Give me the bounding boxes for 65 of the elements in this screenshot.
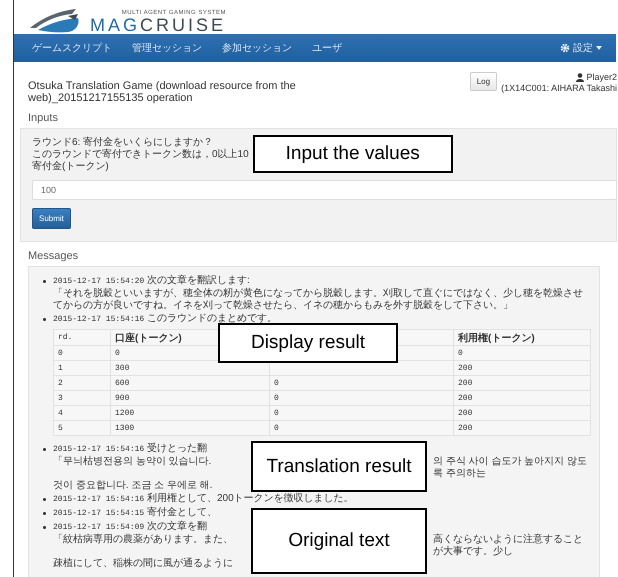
player-name: Player2 (576, 72, 617, 83)
quote-text: 「紋枯病専用の農薬があります。また、 (53, 534, 234, 547)
hint-text: このラウンドで寄付できトークン数は，0以上10 (32, 149, 249, 160)
table-cell: 1300 (110, 420, 270, 436)
callout-label: Original text (251, 508, 427, 574)
table-cell: 1200 (110, 406, 270, 420)
callout-label: Translation result (251, 441, 427, 492)
settings-menu[interactable]: 設定 (560, 41, 602, 55)
logo-wordmark: MAG CRUISE (90, 16, 226, 34)
message-line: 2015-12-17 15:54:16 受けとった翻 (53, 443, 208, 456)
table-cell: 200 (454, 420, 590, 436)
column-header: 利用権(トークン) (454, 330, 590, 346)
page-title: Otsuka Translation Game (download resource from the web)_20151217155135 operation (28, 80, 297, 104)
message-line: 2015-12-17 15:54:16 このラウンドのまとめです。 (53, 313, 278, 326)
nav-link[interactable]: 参加セッション (222, 41, 292, 55)
person-icon (576, 73, 584, 82)
field-label: 寄付金(トークン) (32, 161, 110, 173)
table-cell: 200 (454, 376, 590, 390)
callout-label: Input the values (252, 135, 453, 173)
quote-text: 「それを脱穀といいますが、穂全体の籾が黄色になってから脱穀します。刈取して直ぐにではなく、少し穂を乾燥させてからの方が良いですね。イネを刈って乾燥させたら、イネの穂からもみを外す脱穀をして下さい。」 (53, 288, 584, 312)
bullet-icon (43, 448, 46, 451)
log-button[interactable]: Log (470, 72, 498, 91)
table-cell: 600 (110, 376, 270, 390)
quote-text: 의 주식 사이 습도가 높아지지 않도록 주의하는 (432, 456, 588, 480)
table-cell: 200 (454, 406, 590, 420)
bullet-icon (43, 512, 46, 515)
nav-link[interactable]: 管理セッション (132, 41, 202, 55)
bullet-icon (43, 318, 46, 321)
table-cell: 0 (270, 376, 454, 390)
question-text: ラウンド6: 寄付金をいくらにしますか？ (32, 137, 214, 148)
table-cell: 900 (110, 390, 270, 406)
message-line: 2015-12-17 15:54:09 次の文章を翻 (53, 521, 208, 534)
section-heading: Messages (27, 249, 80, 264)
quote-text: 것이 중요합니다. 조금 소 우에로 해. (53, 480, 214, 492)
table-cell: 5 (54, 420, 110, 436)
column-header: rd. (54, 330, 110, 346)
submit-button[interactable]: Submit (32, 208, 71, 229)
table-cell: 1 (54, 360, 110, 376)
message-line: 2015-12-17 15:54:20 次の文章を翻訳します: (53, 275, 251, 288)
amount-field[interactable]: 100 (32, 180, 617, 200)
table-cell: 2 (54, 376, 110, 390)
nav-link[interactable]: ユーザ (312, 41, 342, 55)
table-cell: 200 (454, 360, 590, 376)
table-cell: 0 (454, 346, 590, 360)
caret-icon (596, 46, 602, 50)
table-cell: 0 (270, 390, 454, 406)
table-cell: 200 (454, 390, 590, 406)
quote-text: 「무늬枯병전용의 농약이 있습니다. (53, 456, 212, 469)
table-cell: 0 (270, 406, 454, 420)
table-cell: 3 (54, 390, 110, 406)
table-cell: 0 (270, 420, 454, 436)
callout-label: Display result (218, 323, 398, 363)
quote-text: 高くならないように注意することが大事です。少し (432, 534, 584, 558)
bullet-icon (43, 498, 46, 501)
quote-text: 疎植にして、稲株の間に風が通るように (53, 558, 234, 570)
table-cell: 0 (54, 346, 110, 360)
message-line: 2015-12-17 15:54:16 利用権として、200トークンを徴収しました。 (53, 493, 355, 506)
section-heading: Inputs (27, 111, 59, 126)
gear-icon (560, 43, 570, 53)
message-line: 2015-12-17 15:54:15 寄付金として、 (53, 507, 218, 520)
table-cell: 4 (54, 406, 110, 420)
bullet-icon (43, 280, 46, 283)
bullet-icon (43, 526, 46, 529)
nav-link[interactable]: ゲームスクリプト (32, 41, 112, 55)
player-detail: (1X14C001: AIHARA Takashi (501, 83, 617, 94)
